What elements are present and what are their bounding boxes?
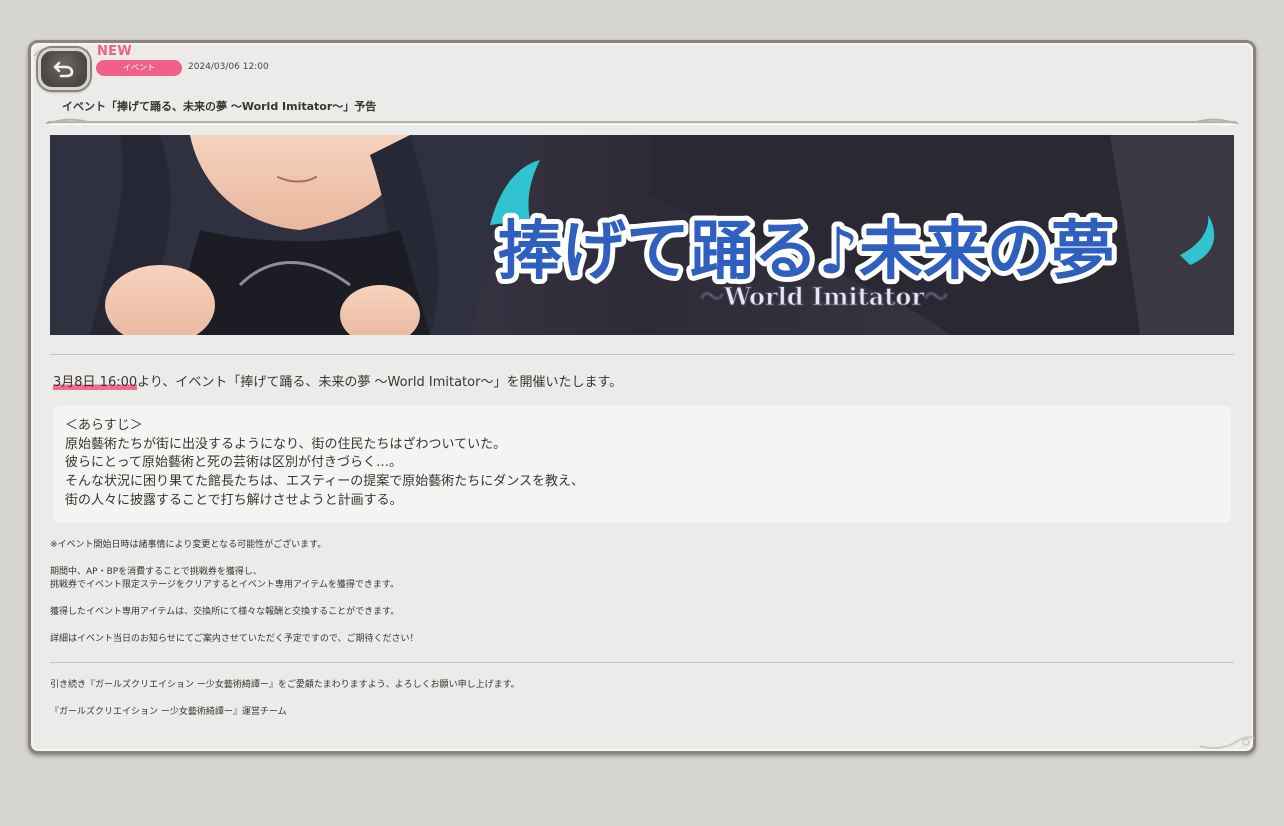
intro-text: 3月8日 16:00より、イベント「捧げて踊る、未来の夢 〜World Imit…: [53, 371, 622, 390]
synopsis-line: ＜あらすじ＞: [65, 418, 143, 433]
note-schedule: ※イベント開始日時は諸事情により変更となる可能性がございます。: [50, 540, 327, 550]
note-tickets-2: 挑戦券でイベント限定ステージをクリアするとイベント専用アイテムを獲得できます。: [50, 580, 400, 590]
notice-title: イベント「捧げて踊る、未来の夢 〜World Imitator〜」予告: [62, 100, 377, 113]
synopsis-box: ＜あらすじ＞ 原始藝術たちが街に出没するようになり、街の住民たちはざわついていた…: [53, 406, 1231, 523]
back-arrow-icon: [53, 61, 74, 78]
footer-thanks: 引き続き『ガールズクリエイション ー少女藝術綺譚ー』をご愛顧たまわりますよう、よ…: [50, 680, 520, 690]
section-divider: [50, 662, 1234, 663]
back-button[interactable]: [38, 48, 90, 90]
note-exchange: 獲得したイベント専用アイテムは、交換所にて様々な報酬と交換することができます。: [50, 607, 400, 617]
note-tickets-1: 期間中、AP・BPを消費することで挑戦券を獲得し、: [50, 567, 262, 577]
start-date-highlight: 3月8日 16:00: [53, 375, 138, 390]
intro-rest: より、イベント「捧げて踊る、未来の夢 〜World Imitator〜」を開催い…: [137, 375, 623, 390]
event-banner: 捧げて踊る♪未来の夢 捧げて踊る♪未来の夢 〜World Imitator〜: [50, 135, 1234, 335]
synopsis-line: そんな状況に困り果てた館長たちは、エスティーの提案で原始藝術たちにダンスを教え、: [65, 474, 584, 490]
title-divider: [48, 121, 1236, 125]
rule-ornament-icon: [45, 118, 89, 124]
banner-logo-text: 捧げて踊る♪未来の夢: [498, 215, 1115, 289]
post-date: 2024/03/06 12:00: [188, 62, 269, 72]
synopsis-line: 彼らにとって原始藝術と死の芸術は区別が付きづらく…。: [65, 455, 402, 471]
banner-artwork: 捧げて踊る♪未来の夢 捧げて踊る♪未来の夢 〜World Imitator〜: [50, 135, 1234, 335]
synopsis-line: 原始藝術たちが街に出没するようになり、街の住民たちはざわついていた。: [65, 436, 507, 452]
synopsis-line: 街の人々に披露することで打ち解けさせようと計画する。: [65, 492, 403, 508]
category-badge: イベント: [96, 60, 182, 76]
banner-logo-subtext: 〜World Imitator〜: [700, 282, 948, 311]
new-tag: NEW: [97, 44, 132, 59]
footer-team: 『ガールズクリエイション ー少女藝術綺譚ー』運営チーム: [50, 707, 287, 717]
section-divider: [50, 354, 1234, 355]
rule-ornament-icon: [1195, 118, 1239, 124]
corner-ornament-icon: [1199, 736, 1255, 750]
note-details: 詳細はイベント当日のお知らせにてご案内させていただく予定ですので、ご期待ください…: [50, 634, 419, 644]
